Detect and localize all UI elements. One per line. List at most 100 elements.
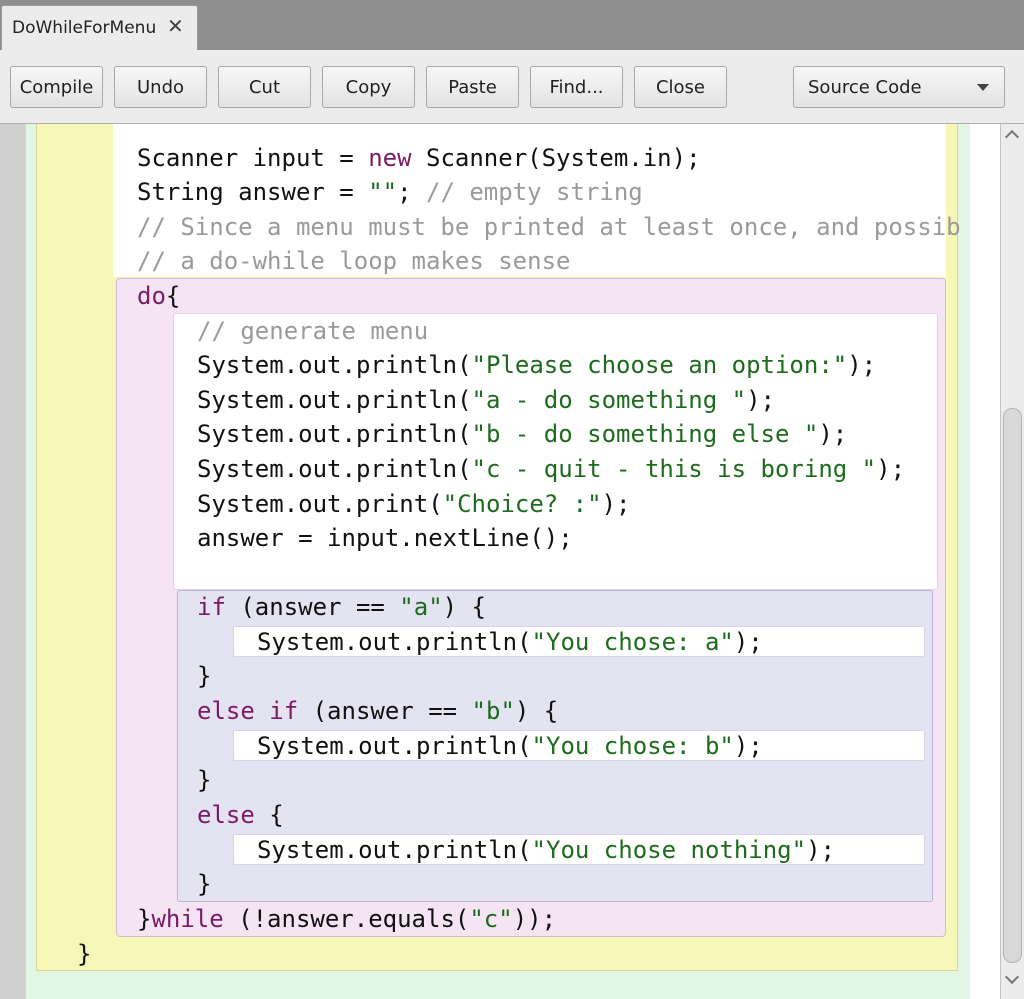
code-line[interactable]: System.out.println("c - quit - this is b… — [197, 454, 905, 484]
code-token: // generate menu — [197, 317, 429, 345]
code-token: ); — [746, 386, 775, 414]
code-token: Scanner input = — [137, 144, 369, 172]
paste-button[interactable]: Paste — [426, 66, 519, 108]
code-token: ); — [601, 490, 631, 518]
code-line[interactable]: String answer = ""; // empty string — [137, 177, 643, 207]
code-token: ; — [397, 178, 426, 206]
code-line[interactable]: System.out.println("Please choose an opt… — [197, 350, 876, 380]
code-token: { — [254, 801, 284, 829]
code-token: } — [197, 870, 212, 898]
code-token: } — [197, 662, 212, 690]
code-token: "Please choose an option:" — [471, 351, 848, 379]
code-line[interactable]: do{ — [137, 281, 180, 311]
code-line[interactable]: // generate menu — [197, 316, 428, 346]
code-token: ); — [847, 351, 877, 379]
code-token: while — [151, 905, 224, 933]
code-token: System.out.println( — [197, 386, 472, 414]
code-line[interactable]: }while (!answer.equals("c")); — [137, 904, 556, 934]
code-line[interactable]: } — [197, 765, 211, 795]
code-line[interactable]: // Since a menu must be printed at least… — [137, 212, 961, 242]
code-line[interactable]: System.out.print("Choice? :"); — [197, 489, 631, 519]
code-line[interactable]: System.out.println("a - do something "); — [197, 385, 775, 415]
cut-button[interactable]: Cut — [218, 66, 311, 108]
compile-button[interactable]: Compile — [10, 66, 103, 108]
code-token: else — [197, 801, 255, 829]
code-token: System.out.println( — [257, 836, 532, 864]
code-editor[interactable]: Scanner input = new Scanner(System.in); S… — [0, 124, 1000, 999]
tab-title: DoWhileForMenu — [12, 18, 157, 38]
code-token: } — [137, 905, 152, 933]
code-line[interactable]: // a do-while loop makes sense — [137, 246, 570, 276]
tab-bar: DoWhileForMenu ✕ — [0, 0, 1024, 50]
scroll-down-icon[interactable] — [1004, 969, 1020, 985]
code-token: ); — [818, 420, 848, 448]
vertical-scrollbar[interactable] — [1000, 124, 1024, 999]
code-line[interactable]: if (answer == "a") { — [197, 592, 486, 622]
code-token: Scanner(System.in); — [411, 144, 701, 172]
code-token: else if — [197, 697, 299, 725]
code-token: new — [368, 144, 412, 172]
code-token: System.out.println( — [257, 732, 532, 760]
code-token: (!answer.equals( — [223, 905, 470, 933]
code-token: ); — [733, 628, 763, 656]
code-token: { — [165, 282, 181, 310]
code-token: String answer = — [137, 178, 369, 206]
code-token: )); — [512, 905, 557, 933]
code-token: } — [77, 940, 92, 968]
code-line[interactable]: answer = input.nextLine(); — [197, 523, 573, 553]
code-token: "a" — [399, 593, 443, 621]
code-line[interactable]: System.out.println("b - do something els… — [197, 419, 847, 449]
code-token: "You chose: b" — [531, 732, 734, 760]
code-token: System.out.print( — [197, 490, 443, 518]
code-token: System.out.println( — [257, 628, 532, 656]
code-token: (answer == — [225, 593, 400, 621]
code-token: System.out.println( — [197, 420, 472, 448]
code-token: "a - do something " — [471, 386, 747, 414]
code-line[interactable]: } — [197, 661, 211, 691]
code-token: // Since a menu must be printed at least… — [137, 213, 961, 241]
copy-button[interactable]: Copy — [322, 66, 415, 108]
code-token: // a do-while loop makes sense — [137, 247, 571, 275]
code-line[interactable]: System.out.println("You chose nothing"); — [257, 835, 835, 865]
code-token: do — [137, 282, 166, 310]
code-line[interactable]: else { — [197, 800, 284, 830]
code-token: "b" — [471, 697, 515, 725]
find-button[interactable]: Find... — [530, 66, 623, 108]
close-tab-icon[interactable]: ✕ — [167, 16, 184, 36]
scroll-up-icon[interactable] — [1004, 129, 1020, 145]
scrollbar-thumb[interactable] — [1003, 408, 1022, 963]
code-token: (answer == — [298, 697, 472, 725]
code-token: "You chose nothing" — [531, 836, 807, 864]
code-token: ); — [733, 732, 763, 760]
code-token: "c" — [469, 905, 513, 933]
chevron-down-icon — [977, 84, 989, 91]
code-token: ); — [806, 836, 835, 864]
code-token: "Choice? :" — [442, 490, 602, 518]
code-token: ) { — [514, 697, 559, 725]
code-token: ) { — [442, 593, 487, 621]
code-token: "" — [368, 178, 398, 206]
undo-button[interactable]: Undo — [114, 66, 207, 108]
code-line[interactable]: System.out.println("You chose: b"); — [257, 731, 763, 761]
code-token: } — [197, 766, 212, 794]
code-line[interactable]: } — [197, 869, 211, 899]
view-mode-select[interactable]: Source Code — [793, 66, 1005, 108]
code-token: if — [197, 593, 226, 621]
code-line[interactable]: else if (answer == "b") { — [197, 696, 558, 726]
code-line[interactable]: } — [77, 939, 91, 969]
code-token: System.out.println( — [197, 351, 472, 379]
tab-dowhileformenu[interactable]: DoWhileForMenu ✕ — [1, 5, 198, 50]
code-token: "c - quit - this is boring " — [471, 455, 877, 483]
code-token: ); — [876, 455, 906, 483]
line-gutter — [0, 124, 25, 999]
toolbar: Compile Undo Cut Copy Paste Find... Clos… — [0, 50, 1024, 124]
close-button[interactable]: Close — [634, 66, 727, 108]
view-mode-label: Source Code — [808, 77, 922, 98]
code-line[interactable]: System.out.println("You chose: a"); — [257, 627, 763, 657]
code-token: // empty string — [426, 178, 643, 206]
code-line[interactable]: Scanner input = new Scanner(System.in); — [137, 143, 701, 173]
code-token: System.out.println( — [197, 455, 472, 483]
code-token: "You chose: a" — [531, 628, 734, 656]
code-token: "b - do something else " — [471, 420, 819, 448]
code-token: answer = input.nextLine(); — [197, 524, 573, 552]
